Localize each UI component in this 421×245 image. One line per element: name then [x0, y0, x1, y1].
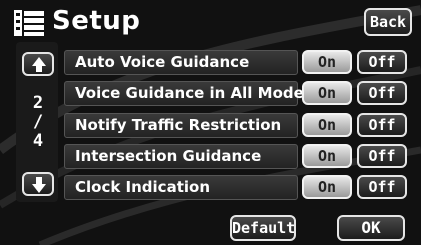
notify-traffic-restriction-on-button[interactable]: On: [302, 113, 352, 137]
page-indicator: 2 / 4: [22, 94, 54, 151]
page-title: Setup: [52, 6, 141, 36]
default-button[interactable]: Default: [230, 215, 296, 241]
intersection-guidance-on-button[interactable]: On: [302, 144, 352, 168]
setting-label: Voice Guidance in All Modes: [75, 84, 313, 102]
setting-row: Clock Indication: [64, 175, 298, 200]
scroll-up-button[interactable]: [22, 52, 54, 76]
voice-guidance-all-modes-on-button[interactable]: On: [302, 81, 352, 105]
auto-voice-guidance-on-button[interactable]: On: [302, 50, 352, 74]
ok-button[interactable]: OK: [337, 215, 405, 241]
setting-row: Notify Traffic Restriction: [64, 113, 298, 138]
page-current: 2: [32, 93, 44, 113]
setting-label: Auto Voice Guidance: [75, 53, 250, 71]
setting-label: Clock Indication: [75, 178, 210, 196]
scroll-down-icon: [32, 177, 46, 193]
setup-screen: Setup Back 2 / 4 Auto Voice Guidance On …: [0, 0, 421, 245]
notify-traffic-restriction-off-button[interactable]: Off: [357, 113, 407, 137]
clock-indication-on-button[interactable]: On: [302, 175, 352, 199]
voice-guidance-all-modes-off-button[interactable]: Off: [357, 81, 407, 105]
page-total: 4: [32, 131, 44, 151]
intersection-guidance-off-button[interactable]: Off: [357, 144, 407, 168]
clock-indication-off-button[interactable]: Off: [357, 175, 407, 199]
auto-voice-guidance-off-button[interactable]: Off: [357, 50, 407, 74]
scroll-up-icon: [32, 57, 46, 72]
setting-label: Intersection Guidance: [75, 147, 262, 165]
back-button[interactable]: Back: [364, 8, 412, 36]
page-separator: /: [32, 112, 44, 132]
setting-row: Auto Voice Guidance: [64, 50, 298, 75]
setting-row: Intersection Guidance: [64, 144, 298, 169]
setting-row: Voice Guidance in All Modes: [64, 81, 313, 106]
setting-label: Notify Traffic Restriction: [75, 116, 282, 134]
scroll-down-button[interactable]: [22, 172, 54, 196]
list-settings-icon: [14, 10, 44, 36]
